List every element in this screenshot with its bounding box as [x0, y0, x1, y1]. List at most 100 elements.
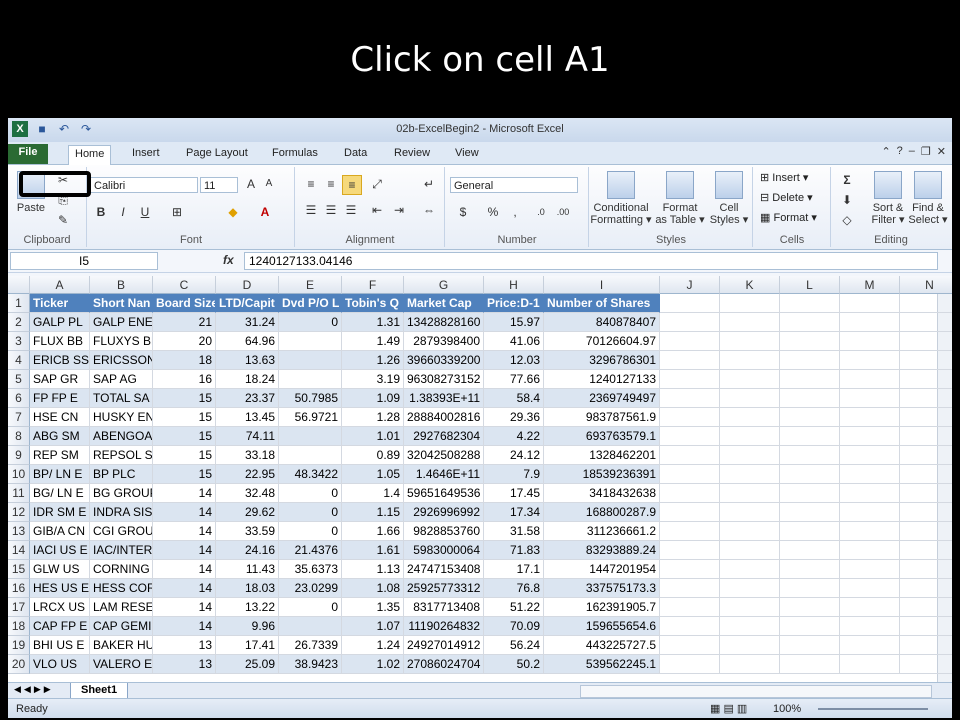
table-cell[interactable] [900, 522, 952, 541]
table-cell[interactable]: 56.9721 [279, 408, 342, 427]
delete-cells-button[interactable]: ⊟ Delete ▾ [760, 191, 813, 204]
table-cell[interactable]: FP FP E [30, 389, 90, 408]
table-cell[interactable]: 50.2 [484, 655, 544, 674]
align-top-icon[interactable]: ≡ [302, 175, 320, 193]
table-cell[interactable]: ABG SM [30, 427, 90, 446]
table-cell[interactable]: 1.35 [342, 598, 404, 617]
table-cell[interactable]: 15 [153, 465, 216, 484]
row-header[interactable]: 2 [8, 313, 30, 332]
row-header[interactable]: 13 [8, 522, 30, 541]
row-header[interactable]: 5 [8, 370, 30, 389]
table-cell[interactable] [840, 351, 900, 370]
table-cell[interactable] [840, 522, 900, 541]
table-cell[interactable]: 21 [153, 313, 216, 332]
increase-decimal-icon[interactable]: .0 [532, 203, 550, 221]
table-cell[interactable] [840, 560, 900, 579]
table-cell[interactable]: BP/ LN E [30, 465, 90, 484]
table-cell[interactable] [780, 351, 840, 370]
format-cells-button[interactable]: ▦ Format ▾ [760, 211, 817, 224]
table-cell[interactable]: 13 [153, 655, 216, 674]
table-cell[interactable] [780, 598, 840, 617]
table-cell[interactable]: CGI GROU [90, 522, 153, 541]
table-cell[interactable] [840, 655, 900, 674]
table-cell[interactable] [720, 427, 780, 446]
table-cell[interactable]: 59651649536 [404, 484, 484, 503]
table-cell[interactable] [720, 560, 780, 579]
horizontal-scrollbar[interactable] [580, 685, 932, 698]
table-cell[interactable] [720, 617, 780, 636]
table-cell[interactable]: 15 [153, 389, 216, 408]
table-cell[interactable]: 24927014912 [404, 636, 484, 655]
table-cell[interactable]: 58.4 [484, 389, 544, 408]
table-cell[interactable] [279, 427, 342, 446]
table-cell[interactable]: 33.59 [216, 522, 279, 541]
table-header-cell[interactable]: Tobin's Q [342, 294, 404, 313]
table-cell[interactable]: 35.6373 [279, 560, 342, 579]
table-header-cell[interactable] [780, 294, 840, 313]
column-header[interactable]: E [279, 276, 342, 294]
table-cell[interactable] [900, 560, 952, 579]
table-cell[interactable] [780, 522, 840, 541]
table-cell[interactable]: ERICSSON [90, 351, 153, 370]
table-cell[interactable]: 1.07 [342, 617, 404, 636]
table-cell[interactable]: BG/ LN E [30, 484, 90, 503]
table-cell[interactable]: 32042508288 [404, 446, 484, 465]
column-header[interactable]: M [840, 276, 900, 294]
table-cell[interactable]: REP SM [30, 446, 90, 465]
table-cell[interactable]: 162391905.7 [544, 598, 660, 617]
column-header[interactable]: H [484, 276, 544, 294]
table-cell[interactable]: ERICB SS [30, 351, 90, 370]
table-cell[interactable]: VALERO E [90, 655, 153, 674]
table-header-cell[interactable] [900, 294, 952, 313]
table-cell[interactable]: 14 [153, 522, 216, 541]
table-cell[interactable] [279, 446, 342, 465]
table-cell[interactable] [900, 655, 952, 674]
table-cell[interactable]: 51.22 [484, 598, 544, 617]
column-header[interactable]: I [544, 276, 660, 294]
table-cell[interactable]: BAKER HU [90, 636, 153, 655]
column-header[interactable]: A [30, 276, 90, 294]
table-cell[interactable] [780, 655, 840, 674]
table-cell[interactable]: 18 [153, 351, 216, 370]
table-cell[interactable] [660, 636, 720, 655]
align-middle-icon[interactable]: ≡ [322, 175, 340, 193]
column-header[interactable]: J [660, 276, 720, 294]
decrease-indent-icon[interactable]: ⇤ [368, 201, 386, 219]
table-cell[interactable] [900, 370, 952, 389]
table-cell[interactable]: 0.89 [342, 446, 404, 465]
table-cell[interactable]: 2927682304 [404, 427, 484, 446]
table-cell[interactable] [660, 484, 720, 503]
table-cell[interactable] [840, 541, 900, 560]
table-cell[interactable] [660, 351, 720, 370]
table-cell[interactable]: 15 [153, 427, 216, 446]
table-header-cell[interactable]: Ticker [30, 294, 90, 313]
table-cell[interactable]: 64.96 [216, 332, 279, 351]
table-cell[interactable] [900, 389, 952, 408]
table-cell[interactable]: 1.15 [342, 503, 404, 522]
table-cell[interactable] [900, 427, 952, 446]
table-cell[interactable]: VLO US [30, 655, 90, 674]
table-cell[interactable] [660, 446, 720, 465]
table-cell[interactable]: 0 [279, 484, 342, 503]
wrap-text-icon[interactable]: ↵ [420, 175, 438, 193]
table-cell[interactable]: 1240127133 [544, 370, 660, 389]
table-cell[interactable]: 13428828160 [404, 313, 484, 332]
table-cell[interactable] [780, 579, 840, 598]
zoom-slider[interactable] [818, 708, 928, 710]
table-cell[interactable]: 337575173.3 [544, 579, 660, 598]
table-cell[interactable]: REPSOL SA [90, 446, 153, 465]
table-cell[interactable]: 28884002816 [404, 408, 484, 427]
table-cell[interactable] [900, 313, 952, 332]
table-cell[interactable] [720, 503, 780, 522]
table-cell[interactable]: 1.05 [342, 465, 404, 484]
column-header[interactable]: F [342, 276, 404, 294]
table-cell[interactable]: 1.38393E+11 [404, 389, 484, 408]
table-header-cell[interactable]: Short Nan [90, 294, 153, 313]
table-cell[interactable] [780, 408, 840, 427]
table-cell[interactable]: GLW US [30, 560, 90, 579]
table-cell[interactable]: BP PLC [90, 465, 153, 484]
table-cell[interactable]: 24.12 [484, 446, 544, 465]
table-cell[interactable]: 1.31 [342, 313, 404, 332]
tab-insert[interactable]: Insert [126, 145, 166, 164]
table-cell[interactable]: CORNING [90, 560, 153, 579]
